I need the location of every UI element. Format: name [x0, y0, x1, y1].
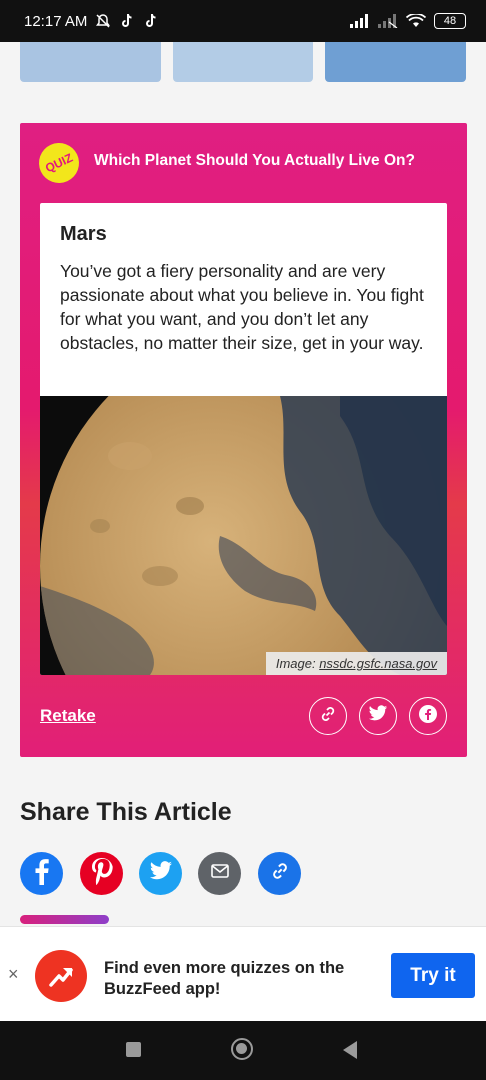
pinterest-icon: [89, 856, 115, 891]
navigation-bar: [0, 1021, 486, 1080]
facebook-icon: [418, 704, 438, 729]
result-title: Mars: [60, 223, 107, 245]
home-icon[interactable]: [231, 1038, 253, 1060]
retake-link[interactable]: Retake: [40, 706, 96, 726]
buzzfeed-logo-icon: [35, 950, 87, 1002]
wifi-icon: [406, 14, 426, 28]
image-credit-link[interactable]: nssdc.gsfc.nasa.gov: [319, 656, 437, 671]
mars-image: Image: nssdc.gsfc.nasa.gov: [40, 396, 447, 675]
status-bar: 12:17 AM 48: [0, 0, 486, 42]
mars-planet-illustration: [40, 396, 447, 675]
related-thumbnail[interactable]: [20, 42, 161, 82]
link-icon: [319, 705, 337, 728]
signal-icon: [350, 14, 370, 28]
tiktok-icon: [119, 13, 135, 29]
related-thumbnail[interactable]: [173, 42, 313, 82]
close-banner-button[interactable]: ×: [8, 964, 19, 985]
quiz-result-card: QUIZ Which Planet Should You Actually Li…: [20, 123, 467, 757]
signal-off-icon: [378, 14, 398, 28]
share-twitter-button[interactable]: [359, 697, 397, 735]
email-icon: [210, 864, 229, 883]
try-it-button[interactable]: Try it: [391, 953, 475, 998]
twitter-icon: [368, 705, 388, 727]
mute-icon: [95, 13, 111, 29]
related-thumbnail[interactable]: [325, 42, 466, 82]
facebook-icon: [30, 857, 54, 890]
battery-icon: 48: [434, 13, 466, 29]
share-heading: Share This Article: [20, 798, 232, 826]
image-credit-label: Image:: [275, 656, 320, 671]
quiz-title: Which Planet Should You Actually Live On…: [94, 152, 415, 169]
recent-apps-icon[interactable]: [126, 1042, 141, 1057]
share-facebook-button[interactable]: [409, 697, 447, 735]
app-promo-banner: × Find even more quizzes on the BuzzFeed…: [0, 926, 486, 1022]
back-icon[interactable]: [343, 1041, 357, 1059]
result-box: Mars You’ve got a fiery personality and …: [40, 203, 447, 675]
copy-link-button[interactable]: [309, 697, 347, 735]
quiz-badge: QUIZ: [32, 136, 86, 190]
result-description: You’ve got a fiery personality and are v…: [60, 261, 424, 353]
tiktok-icon: [143, 13, 159, 29]
share-facebook-button[interactable]: [20, 852, 63, 895]
section-divider: [20, 915, 109, 924]
image-credit: Image: nssdc.gsfc.nasa.gov: [265, 652, 447, 675]
related-thumbnails: [20, 42, 466, 82]
copy-link-button[interactable]: [258, 852, 301, 895]
share-twitter-button[interactable]: [139, 852, 182, 895]
status-time: 12:17 AM: [24, 12, 88, 30]
share-email-button[interactable]: [198, 852, 241, 895]
share-pinterest-button[interactable]: [80, 852, 123, 895]
link-icon: [270, 861, 290, 886]
twitter-icon: [149, 861, 173, 886]
banner-text: Find even more quizzes on the BuzzFeed a…: [104, 959, 345, 998]
